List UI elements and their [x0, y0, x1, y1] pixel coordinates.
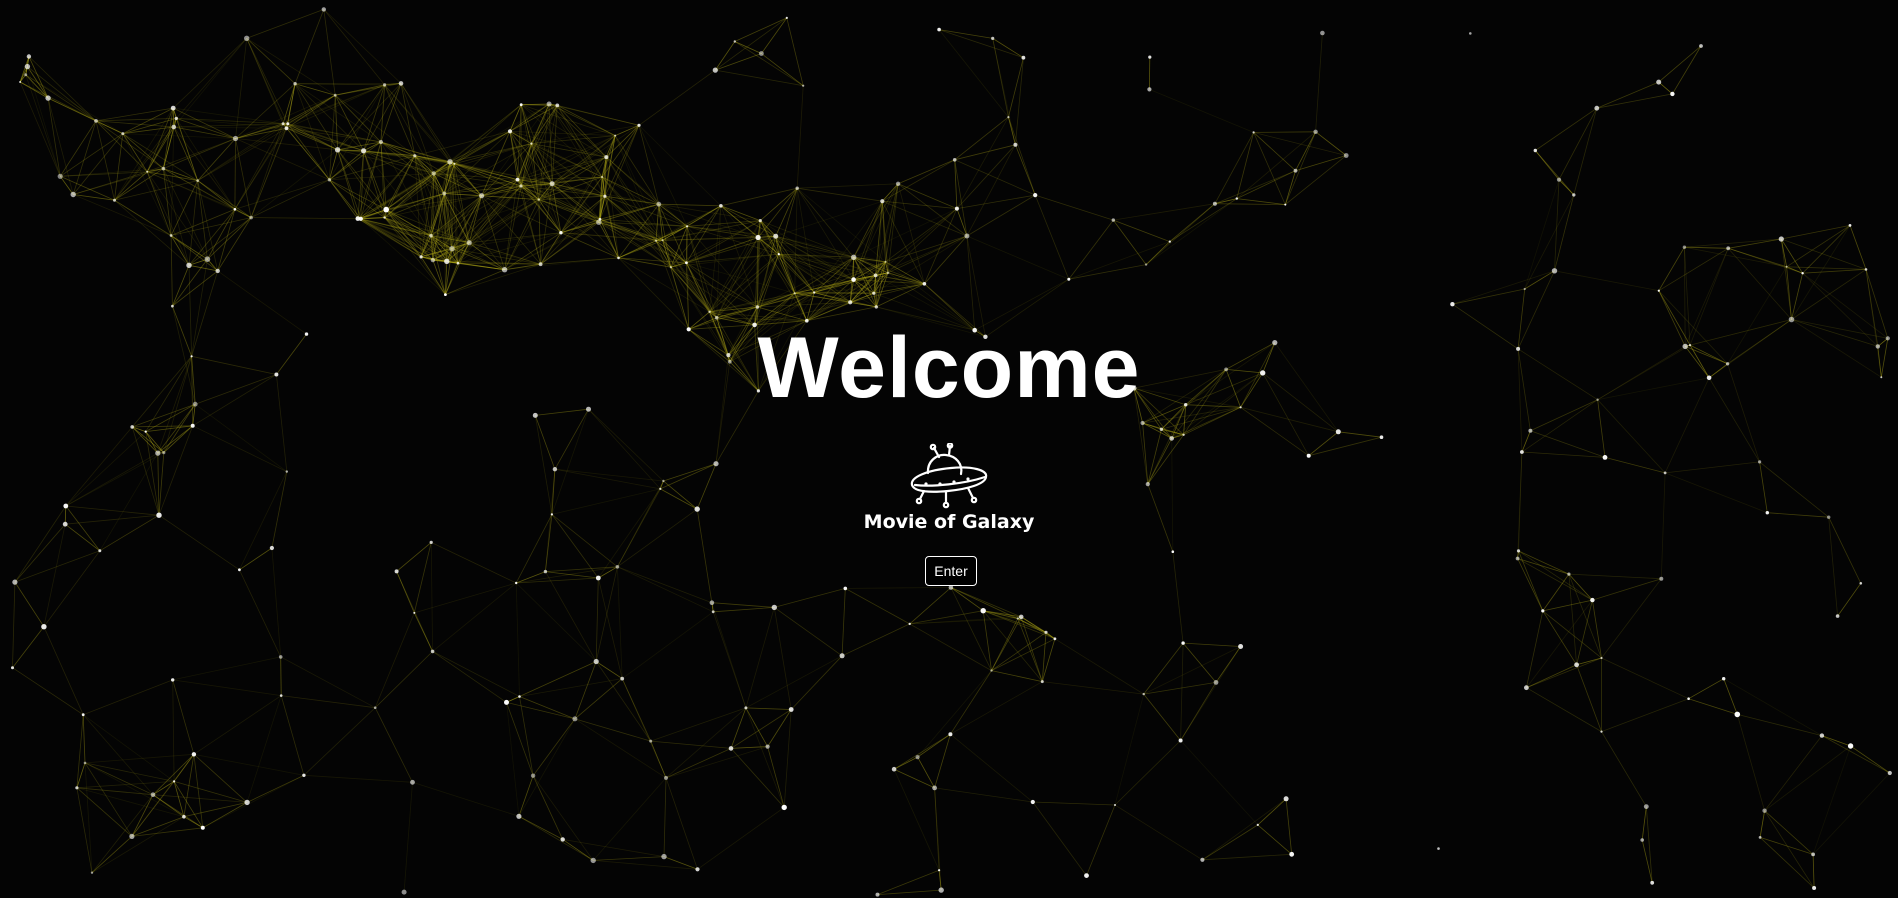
brand-name: Movie of Galaxy: [863, 511, 1035, 533]
hero-section: Welcome Movie of Galaxy Enter: [0, 0, 1898, 898]
ufo-icon: [910, 443, 988, 509]
enter-button[interactable]: Enter: [925, 556, 977, 586]
page-title: Welcome: [757, 320, 1141, 416]
